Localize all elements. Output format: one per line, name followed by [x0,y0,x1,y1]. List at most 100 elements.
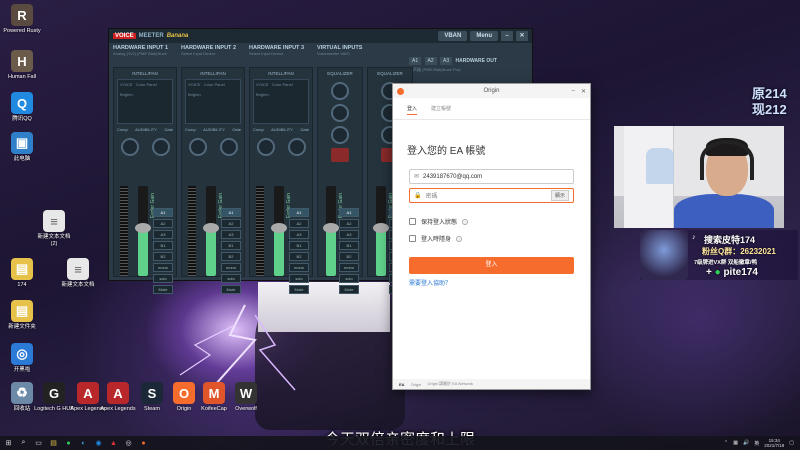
intellipan-panel[interactable]: VOICE Color Panel Brightn [253,79,309,124]
desktop-icon[interactable]: R Powered Rusty [2,4,42,35]
bus-button[interactable]: A2 [289,219,309,228]
desktop-icon[interactable]: Q 腾讯QQ [2,92,42,123]
qq-icon[interactable]: ◉ [94,439,103,448]
bus-button[interactable]: B2 [221,252,241,261]
network-icon[interactable]: ▦ [733,440,738,446]
notification-icon[interactable]: ▢ [789,440,794,446]
desktop-icon[interactable]: ▤ 新建文件夹 [2,300,42,331]
desktop-icon[interactable]: W Overwolf [226,382,266,413]
checkbox-box[interactable] [409,235,416,242]
gate-knob[interactable] [287,138,306,156]
checkbox-box[interactable] [409,218,416,225]
bus-button[interactable]: solo [153,274,173,283]
password-field[interactable]: 🔒 密碼 顯示 [409,188,574,203]
bus-button[interactable]: A1 [221,208,241,217]
mid-knob[interactable] [331,104,349,122]
bus-button[interactable]: B1 [289,241,309,250]
bus-button[interactable]: A2 [339,219,359,228]
tab-login[interactable]: 登入 [407,105,418,115]
clock[interactable]: 15:34 2021/7/18 [764,438,784,448]
bus-button[interactable]: A1 [339,208,359,217]
desktop-icon[interactable]: ≡ 新建文本文档 [58,258,98,289]
show-password-button[interactable]: 顯示 [550,190,569,201]
fader-knob[interactable] [373,223,389,233]
bus-button[interactable]: Mute [339,285,359,294]
bus-button[interactable]: A2 [221,219,241,228]
bus-button[interactable]: Mute [221,285,241,294]
bus-button[interactable]: A3 [289,230,309,239]
bus-button[interactable]: solo [339,274,359,283]
file-explorer-icon[interactable]: ▤ [49,439,58,448]
bus-a2-button[interactable]: A2 [424,57,437,65]
bus-button[interactable]: B2 [289,252,309,261]
login-button[interactable]: 登入 [409,257,574,274]
desktop-icon[interactable]: H Human Fall [2,50,42,81]
bus-button[interactable]: solo [221,274,241,283]
gate-knob[interactable] [219,138,238,156]
search-icon[interactable]: ⌕ [19,439,28,448]
desktop-icon[interactable]: ◎ 开黑啦 [2,343,42,374]
close-icon[interactable]: ✕ [516,31,528,41]
steam-icon[interactable]: ◎ [124,439,133,448]
bus-button[interactable]: Mute [153,285,173,294]
bus-button[interactable]: mono [153,263,173,272]
bus-button[interactable]: mono [339,263,359,272]
desktop-icon[interactable]: ▣ 此电脑 [2,132,42,163]
strip-header[interactable]: HARDWARE INPUT 1 Analog (Yv2) (PME Blab)N… [113,45,177,61]
ime-indicator[interactable]: 英 [754,440,759,447]
record-button[interactable] [331,148,349,162]
bass-knob[interactable] [331,126,349,144]
task-view-icon[interactable]: ▭ [34,439,43,448]
bus-button[interactable]: Mute [289,285,309,294]
fader-knob[interactable] [203,223,219,233]
bus-button[interactable]: A1 [153,208,173,217]
invisible-checkbox[interactable]: 登入時隱身 ? [409,234,574,243]
desktop-icon[interactable]: ≡ 新建文本文档 (2) [34,210,74,248]
bus-button[interactable]: B1 [221,241,241,250]
bus-a1-button[interactable]: A1 [409,57,422,65]
intellipan-panel[interactable]: VOICE Color Panel Brightn [117,79,173,124]
login-help-link[interactable]: 需要登入協助？ [409,278,574,287]
tray-arrow-icon[interactable]: ⌃ [724,440,728,446]
vban-button[interactable]: VBAN [438,31,468,41]
bus-button[interactable]: solo [289,274,309,283]
bus-button[interactable]: mono [289,263,309,272]
apex-icon[interactable]: ▲ [109,439,118,448]
email-field[interactable]: ✉ 2439187670@qq.com [409,169,574,184]
help-icon[interactable]: ? [462,218,469,225]
bus-button[interactable]: B2 [153,252,173,261]
remember-me-checkbox[interactable]: 保持登入狀態 ? [409,217,574,226]
origin-titlebar[interactable]: Origin – ✕ [393,84,590,98]
treble-knob[interactable] [331,82,349,100]
fader-knob[interactable] [271,223,287,233]
comp-knob[interactable] [120,138,139,156]
edge-icon[interactable]: ◐ [79,439,88,448]
bus-button[interactable]: A1 [289,208,309,217]
origin-icon[interactable]: ● [139,439,148,448]
minimize-icon[interactable]: – [501,31,513,41]
bus-button[interactable]: A3 [339,230,359,239]
volume-icon[interactable]: 🔊 [743,440,749,446]
menu-button[interactable]: Menu [470,31,498,41]
bus-button[interactable]: A3 [221,230,241,239]
comp-knob[interactable] [188,138,207,156]
help-icon[interactable]: ? [456,235,463,242]
desktop-icon[interactable]: ▤ 174 [2,258,42,289]
bus-button[interactable]: B2 [339,252,359,261]
strip-header[interactable]: HARDWARE INPUT 3 Select Input Device [249,45,313,61]
strip-header[interactable]: HARDWARE INPUT 2 Select Input Device [181,45,245,61]
intellipan-panel[interactable]: VOICE Color Panel Brightn [185,79,241,124]
voicemeeter-titlebar[interactable]: VOICE MEETER Banana VBAN Menu – ✕ [109,29,532,43]
bus-button[interactable]: mono [221,263,241,272]
comp-knob[interactable] [256,138,275,156]
fader-knob[interactable] [135,223,151,233]
bus-button[interactable]: B1 [153,241,173,250]
bus-button[interactable]: A2 [153,219,173,228]
gate-knob[interactable] [151,138,170,156]
bus-button[interactable]: B1 [339,241,359,250]
tab-create-account[interactable]: 建立帳號 [431,105,451,115]
bus-a3-button[interactable]: A3 [440,57,453,65]
fader-knob[interactable] [323,223,339,233]
wechat-icon[interactable]: ● [64,439,73,448]
bus-button[interactable]: A3 [153,230,173,239]
